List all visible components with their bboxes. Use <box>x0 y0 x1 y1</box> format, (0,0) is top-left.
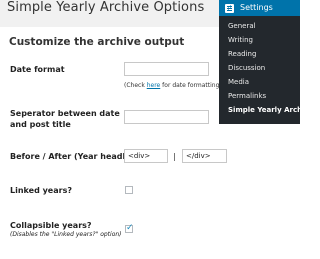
collapsible-years-checkbox[interactable]: ✓ <box>125 223 134 233</box>
before-after-label: Before / After (Year headline) <box>10 152 143 161</box>
date-format-help-link[interactable]: here <box>147 82 161 89</box>
help-prefix: (Check <box>124 82 147 89</box>
checkmark-icon: ✓ <box>126 223 134 233</box>
menu-item-media[interactable]: Media <box>228 78 249 86</box>
separator-input[interactable] <box>124 110 209 124</box>
help-suffix: for date formatting) <box>160 82 222 89</box>
page-title: Simple Yearly Archive Options <box>7 0 205 15</box>
after-input[interactable] <box>182 149 227 163</box>
date-format-help: (Check here for date formatting) <box>124 82 222 89</box>
collapsible-years-note: (Disables the "Linked years?" option) <box>10 231 122 238</box>
collapsible-years-label: Collapsible years? <box>10 221 92 230</box>
settings-page: Simple Yearly Archive Options Customize … <box>0 0 300 259</box>
section-heading: Customize the archive output <box>9 36 185 48</box>
menu-item-simple-yearly-archive[interactable]: Simple Yearly Archive <box>228 106 300 114</box>
menu-item-writing[interactable]: Writing <box>228 36 253 44</box>
linked-years-checkbox[interactable] <box>125 186 133 194</box>
before-input[interactable] <box>124 149 168 163</box>
menu-item-general[interactable]: General <box>228 22 256 30</box>
settings-menu-header[interactable]: Settings <box>219 0 300 16</box>
settings-menu-label: Settings <box>240 3 273 12</box>
date-format-input[interactable] <box>124 62 209 76</box>
settings-submenu: Settings General Writing Reading Discuss… <box>219 0 300 124</box>
date-format-label: Date format <box>10 65 65 74</box>
menu-item-permalinks[interactable]: Permalinks <box>228 92 266 100</box>
menu-item-discussion[interactable]: Discussion <box>228 64 265 72</box>
separator-label: Seperator between date and post title <box>10 109 120 129</box>
settings-sliders-icon <box>225 4 234 13</box>
before-after-separator: | <box>173 152 176 161</box>
menu-item-reading[interactable]: Reading <box>228 50 256 58</box>
linked-years-label: Linked years? <box>10 186 72 195</box>
